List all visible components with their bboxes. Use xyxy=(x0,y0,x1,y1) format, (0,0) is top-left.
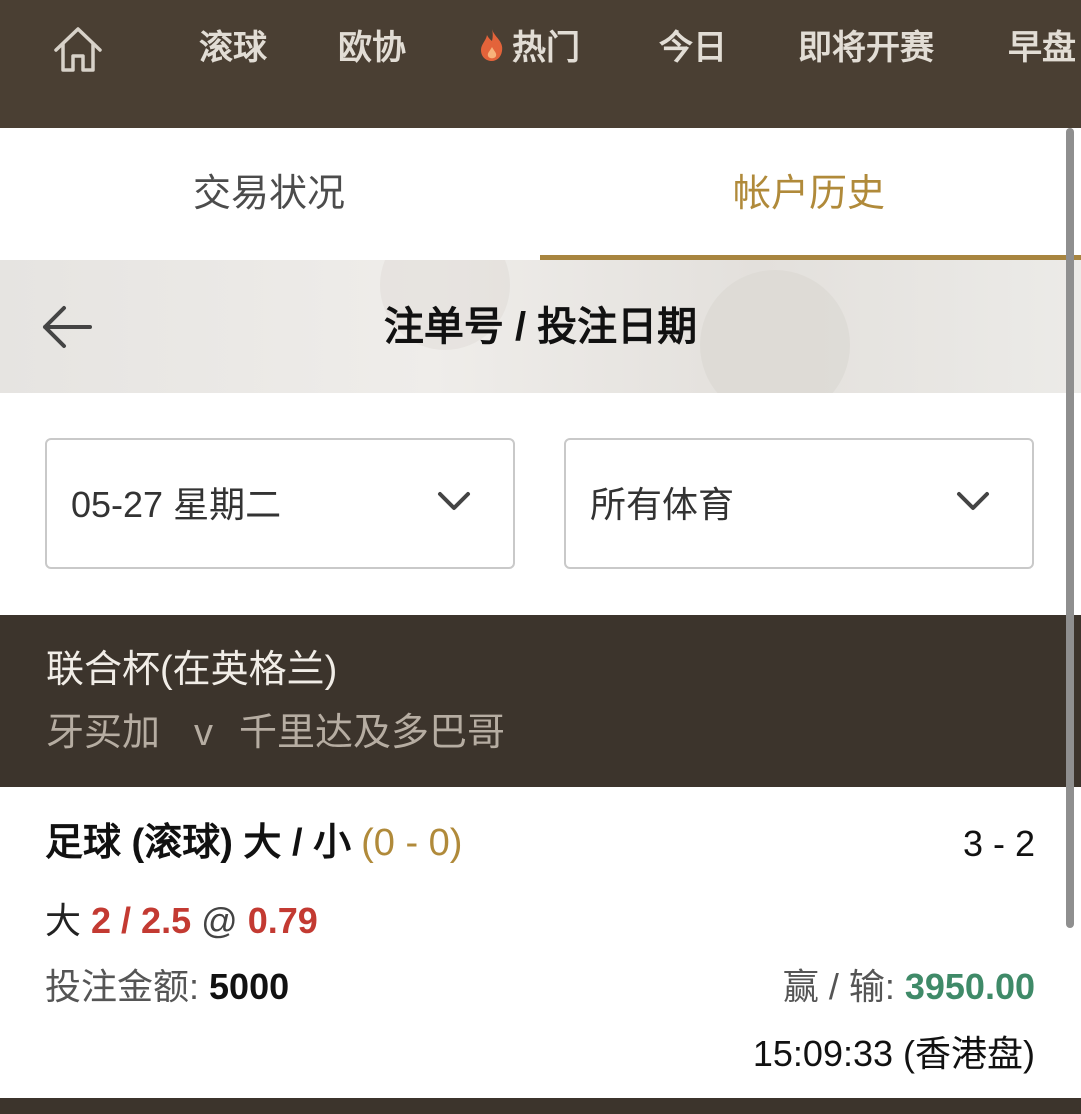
tab-bar: 交易状况 帐户历史 xyxy=(0,128,1081,260)
page-header: 注单号 / 投注日期 xyxy=(0,260,1081,393)
match-teams: 牙买加 v 千里达及多巴哥 xyxy=(46,708,505,758)
page-title: 注单号 / 投注日期 xyxy=(383,305,698,349)
selection-odds: 0.79 xyxy=(247,900,318,941)
chevron-down-icon xyxy=(438,492,470,510)
date-select[interactable]: 05-27 星期二 xyxy=(45,438,515,569)
winloss-label: 赢 / 输: xyxy=(782,966,895,1007)
versus-label: v xyxy=(194,712,214,754)
at-symbol: @ xyxy=(201,900,238,941)
bet-market: 足球 (滚球) 大 / 小 xyxy=(45,822,352,864)
nav-item-hot[interactable]: 热门 xyxy=(478,26,580,70)
match-header: 联合杯(在英格兰) 牙买加 v 千里达及多巴哥 xyxy=(0,615,1081,787)
nav-item-hot-label: 热门 xyxy=(512,29,580,67)
nav-item-europa-conference[interactable]: 欧协 xyxy=(338,26,406,70)
selection-pick: 大 xyxy=(45,900,82,941)
sport-select[interactable]: 所有体育 xyxy=(564,438,1034,569)
nav-item-today[interactable]: 今日 xyxy=(659,26,727,70)
selection-line: 2 / 2.5 xyxy=(91,900,192,941)
scrollbar[interactable] xyxy=(1066,128,1074,928)
next-record-edge xyxy=(0,1098,1081,1114)
winloss-amount: 3950.00 xyxy=(904,966,1035,1007)
flame-icon xyxy=(481,29,503,61)
date-select-value: 05-27 星期二 xyxy=(71,484,282,525)
home-icon[interactable] xyxy=(52,24,104,76)
tab-trading-status[interactable]: 交易状况 xyxy=(193,168,345,220)
tab-account-history[interactable]: 帐户历史 xyxy=(733,168,885,220)
winloss-row: 赢 / 输: 3950.00 xyxy=(783,963,1035,1011)
bet-selection: 大 2 / 2.5 @ 0.79 xyxy=(45,897,318,945)
nav-item-live[interactable]: 滚球 xyxy=(199,26,267,70)
top-nav: 滚球 欧协 热门 今日 即将开赛 早盘 xyxy=(0,0,1081,128)
final-score: 3 - 2 xyxy=(962,823,1035,864)
home-team: 牙买加 xyxy=(46,712,161,754)
league-name: 联合杯(在英格兰) xyxy=(46,649,338,691)
stake-amount: 5000 xyxy=(209,966,290,1007)
nav-item-upcoming[interactable]: 即将开赛 xyxy=(798,26,934,70)
score-at-bet: (0 - 0) xyxy=(361,822,463,864)
stake-label: 投注金额: xyxy=(45,966,200,1007)
stake-row: 投注金额: 5000 xyxy=(45,963,289,1011)
nav-item-early[interactable]: 早盘 xyxy=(1008,26,1076,70)
chevron-down-icon xyxy=(957,492,989,510)
away-team: 千里达及多巴哥 xyxy=(239,712,506,754)
sport-select-value: 所有体育 xyxy=(590,484,735,525)
bet-type: 足球 (滚球) 大 / 小 (0 - 0) xyxy=(45,818,462,868)
bet-time: 15:09:33 (香港盘) xyxy=(752,1033,1035,1074)
